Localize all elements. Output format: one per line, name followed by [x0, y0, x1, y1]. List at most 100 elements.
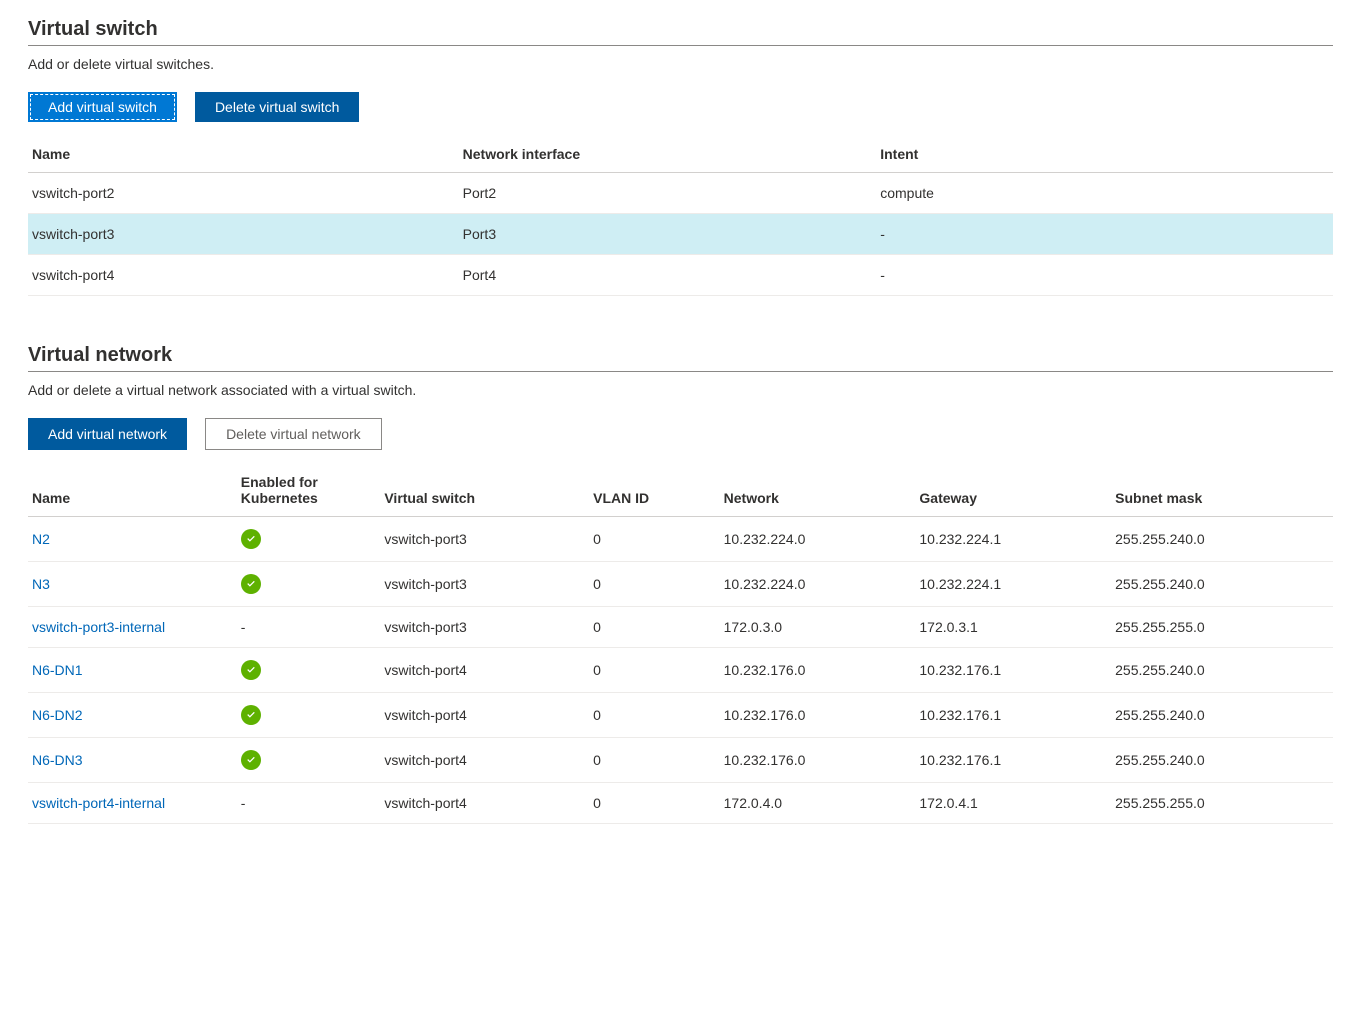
cell-name: N3 — [28, 562, 237, 607]
table-row[interactable]: vswitch-port4Port4- — [28, 255, 1333, 296]
check-icon — [241, 750, 261, 770]
col-header-network-interface[interactable]: Network interface — [459, 136, 877, 173]
cell-virtual-switch: vswitch-port4 — [380, 783, 589, 824]
cell-subnet-mask: 255.255.240.0 — [1111, 517, 1333, 562]
delete-virtual-network-button[interactable]: Delete virtual network — [205, 418, 382, 450]
cell-name: vswitch-port4-internal — [28, 783, 237, 824]
section-desc-virtual-switch: Add or delete virtual switches. — [28, 56, 1333, 72]
table-row[interactable]: N6-DN2 vswitch-port4010.232.176.010.232.1… — [28, 693, 1333, 738]
cell-gateway: 10.232.176.1 — [915, 738, 1111, 783]
cell-virtual-switch: vswitch-port3 — [380, 517, 589, 562]
cell-gateway: 10.232.224.1 — [915, 562, 1111, 607]
table-row[interactable]: N6-DN3 vswitch-port4010.232.176.010.232.1… — [28, 738, 1333, 783]
cell-vlan-id: 0 — [589, 783, 720, 824]
cell-virtual-switch: vswitch-port4 — [380, 738, 589, 783]
cell-enabled-k8s — [237, 648, 381, 693]
cell-subnet-mask: 255.255.240.0 — [1111, 562, 1333, 607]
cell-network: 10.232.224.0 — [720, 562, 916, 607]
vnet-link[interactable]: N6-DN1 — [32, 662, 83, 678]
vnet-link[interactable]: N6-DN3 — [32, 752, 83, 768]
cell-vlan-id: 0 — [589, 517, 720, 562]
cell-name: vswitch-port2 — [28, 173, 459, 214]
cell-gateway: 10.232.176.1 — [915, 648, 1111, 693]
cell-network: 172.0.3.0 — [720, 607, 916, 648]
section-desc-virtual-network: Add or delete a virtual network associat… — [28, 382, 1333, 398]
virtual-network-section: Virtual network Add or delete a virtual … — [28, 344, 1333, 824]
cell-gateway: 10.232.224.1 — [915, 517, 1111, 562]
cell-vlan-id: 0 — [589, 648, 720, 693]
cell-subnet-mask: 255.255.255.0 — [1111, 607, 1333, 648]
col-header-vlan-id[interactable]: VLAN ID — [589, 464, 720, 517]
vnet-link[interactable]: N2 — [32, 531, 50, 547]
table-row[interactable]: N6-DN1vswitch-port4010.232.176.010.232.1… — [28, 648, 1333, 693]
cell-intent: compute — [876, 173, 1333, 214]
cell-network-interface: Port2 — [459, 173, 877, 214]
vnet-button-row: Add virtual network Delete virtual netwo… — [28, 418, 1333, 450]
vnet-link[interactable]: vswitch-port3-internal — [32, 619, 165, 635]
col-header-subnet-mask[interactable]: Subnet mask — [1111, 464, 1333, 517]
check-icon — [241, 574, 261, 594]
col-header-gateway[interactable]: Gateway — [915, 464, 1111, 517]
vnet-link[interactable]: vswitch-port4-internal — [32, 795, 165, 811]
cell-vlan-id: 0 — [589, 693, 720, 738]
cell-vlan-id: 0 — [589, 738, 720, 783]
cell-enabled-k8s: - — [237, 607, 381, 648]
add-virtual-network-button[interactable]: Add virtual network — [28, 418, 187, 450]
cell-network: 172.0.4.0 — [720, 783, 916, 824]
cell-name: N6-DN3 — [28, 738, 237, 783]
cell-enabled-k8s: - — [237, 783, 381, 824]
section-title-virtual-network: Virtual network — [28, 344, 1333, 372]
col-header-network[interactable]: Network — [720, 464, 916, 517]
cell-network: 10.232.176.0 — [720, 738, 916, 783]
cell-gateway: 172.0.4.1 — [915, 783, 1111, 824]
check-icon — [241, 705, 261, 725]
cell-virtual-switch: vswitch-port3 — [380, 607, 589, 648]
cell-enabled-k8s — [237, 562, 381, 607]
col-header-name[interactable]: Name — [28, 136, 459, 173]
cell-name: vswitch-port4 — [28, 255, 459, 296]
cell-subnet-mask: 255.255.240.0 — [1111, 648, 1333, 693]
cell-enabled-k8s — [237, 517, 381, 562]
cell-virtual-switch: vswitch-port4 — [380, 648, 589, 693]
table-row[interactable]: vswitch-port3-internal-vswitch-port30172… — [28, 607, 1333, 648]
cell-virtual-switch: vswitch-port4 — [380, 693, 589, 738]
cell-network: 10.232.176.0 — [720, 693, 916, 738]
check-icon — [241, 529, 261, 549]
cell-name: vswitch-port3-internal — [28, 607, 237, 648]
table-row[interactable]: vswitch-port3Port3- — [28, 214, 1333, 255]
cell-vlan-id: 0 — [589, 607, 720, 648]
section-title-virtual-switch: Virtual switch — [28, 18, 1333, 46]
cell-virtual-switch: vswitch-port3 — [380, 562, 589, 607]
table-row[interactable]: N3 vswitch-port3010.232.224.010.232.224.1… — [28, 562, 1333, 607]
table-row[interactable]: N2 vswitch-port3010.232.224.010.232.224.1… — [28, 517, 1333, 562]
cell-enabled-k8s — [237, 738, 381, 783]
cell-subnet-mask: 255.255.240.0 — [1111, 738, 1333, 783]
vnet-link[interactable]: N3 — [32, 576, 50, 592]
table-row[interactable]: vswitch-port2Port2compute — [28, 173, 1333, 214]
table-row[interactable]: vswitch-port4-internal-vswitch-port40172… — [28, 783, 1333, 824]
cell-network-interface: Port4 — [459, 255, 877, 296]
dash-icon: - — [241, 619, 246, 635]
delete-virtual-switch-button[interactable]: Delete virtual switch — [195, 92, 360, 122]
vnet-link[interactable]: N6-DN2 — [32, 707, 83, 723]
cell-network-interface: Port3 — [459, 214, 877, 255]
col-header-virtual-switch[interactable]: Virtual switch — [380, 464, 589, 517]
cell-vlan-id: 0 — [589, 562, 720, 607]
cell-enabled-k8s — [237, 693, 381, 738]
cell-gateway: 10.232.176.1 — [915, 693, 1111, 738]
col-header-name[interactable]: Name — [28, 464, 237, 517]
cell-name: N2 — [28, 517, 237, 562]
cell-gateway: 172.0.3.1 — [915, 607, 1111, 648]
virtual-network-table: Name Enabled for Kubernetes Virtual swit… — [28, 464, 1333, 824]
vswitch-button-row: Add virtual switch Delete virtual switch — [28, 92, 1333, 122]
add-virtual-switch-button[interactable]: Add virtual switch — [28, 92, 177, 122]
cell-subnet-mask: 255.255.255.0 — [1111, 783, 1333, 824]
col-header-intent[interactable]: Intent — [876, 136, 1333, 173]
cell-name: N6-DN1 — [28, 648, 237, 693]
dash-icon: - — [241, 795, 246, 811]
cell-network: 10.232.224.0 — [720, 517, 916, 562]
cell-intent: - — [876, 255, 1333, 296]
check-icon — [241, 660, 261, 680]
col-header-enabled-k8s[interactable]: Enabled for Kubernetes — [237, 464, 381, 517]
virtual-switch-table: Name Network interface Intent vswitch-po… — [28, 136, 1333, 296]
